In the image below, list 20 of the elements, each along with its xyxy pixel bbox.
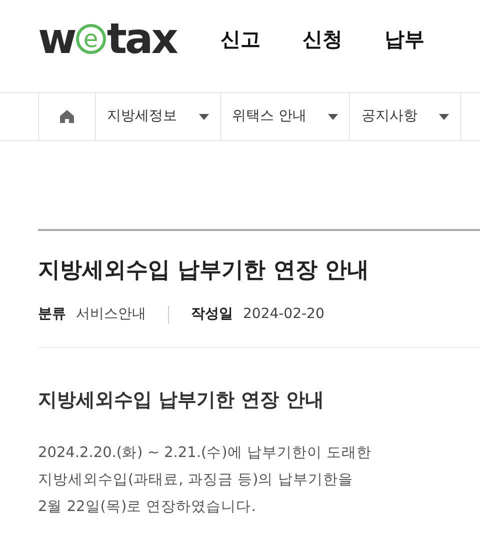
nav-link[interactable]: 신청 xyxy=(302,24,342,54)
nav-link[interactable]: 신고 xyxy=(220,24,260,54)
nav-link[interactable]: 납부 xyxy=(384,24,424,54)
breadcrumb-dropdown[interactable]: 지방세정보 xyxy=(95,93,220,140)
body-text: 2월 22일(목)로 연장하였습니다. xyxy=(38,498,257,517)
meta-value: 서비스안내 xyxy=(76,305,146,324)
meta-label: 작성일 xyxy=(191,305,233,324)
meta-value: 2024-02-20 xyxy=(243,305,324,324)
breadcrumb-dropdown[interactable]: 공지사항 xyxy=(349,93,462,140)
caret-icon xyxy=(439,114,450,120)
breadcrumb-dropdown[interactable]: 위택스 안내 xyxy=(220,93,350,140)
content-heading: 지방세외수입 납부기한 연장 안내 xyxy=(38,388,325,413)
post-title: 지방세외수입 납부기한 연장 안내 xyxy=(38,257,370,285)
caret-icon xyxy=(328,114,338,120)
body-text: 2024.2.20.(화) ~ 2.21.(수)에 납부기한이 도래한 xyxy=(38,444,373,463)
home-icon xyxy=(60,110,74,123)
caret-icon xyxy=(199,114,209,120)
logo[interactable]: w e tax xyxy=(38,18,176,60)
meta-label: 분류 xyxy=(38,305,66,324)
body-text: 지방세외수입(과태료, 과징금 등)의 납부기한을 xyxy=(38,471,354,490)
